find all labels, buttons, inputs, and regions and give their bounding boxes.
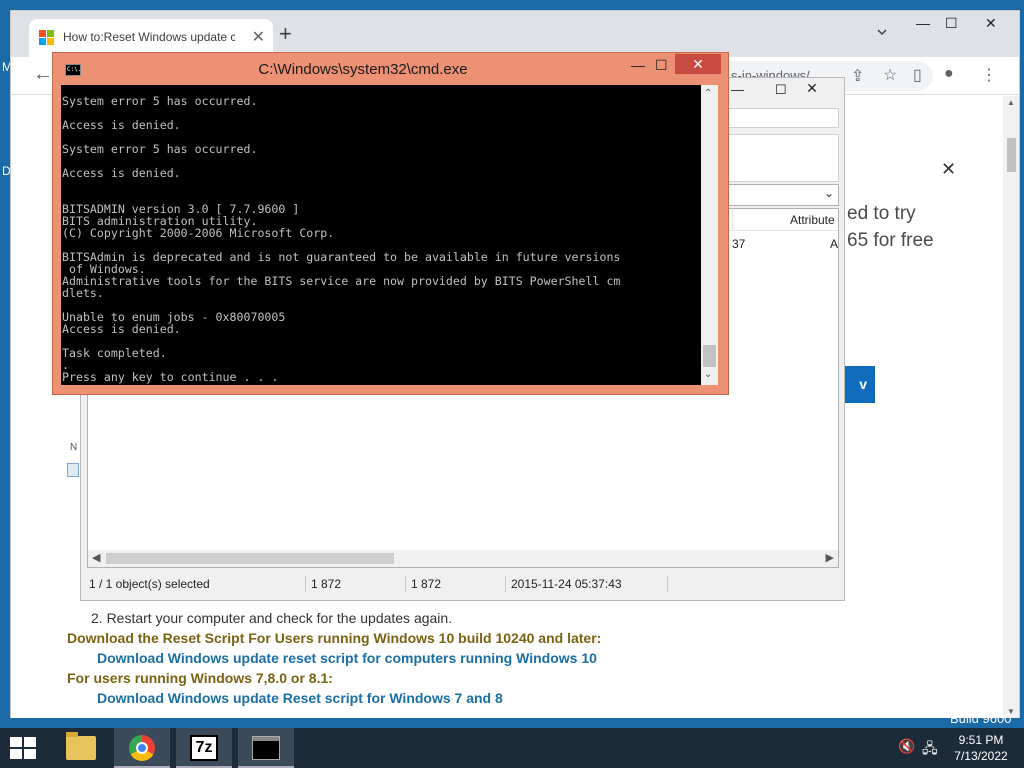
horizontal-scroll-thumb[interactable] <box>106 553 394 564</box>
cell-attribute: A <box>830 237 839 251</box>
scroll-left-arrow-icon[interactable]: ◀ <box>92 551 100 564</box>
taskbar-clock[interactable]: 9:51 PM 7/13/2022 <box>946 732 1016 764</box>
windows-logo-icon <box>10 737 22 747</box>
restart-step-text: 2. Restart your computer and check for t… <box>91 610 453 626</box>
scroll-up-arrow-icon[interactable]: ⌃ <box>704 88 712 99</box>
menu-kebab-icon[interactable]: ⋮ <box>981 65 997 85</box>
cmd-maximize-button[interactable]: ☐ <box>655 57 668 74</box>
page-vertical-scrollbar[interactable]: ▲ ▼ <box>1003 96 1019 718</box>
taskbar: 7z 🔇 🖧 9:51 PM 7/13/2022 <box>0 728 1024 768</box>
archive-maximize-button[interactable]: ☐ <box>775 82 787 98</box>
cell-created-fragment: 37 <box>732 237 746 251</box>
console-output[interactable]: System error 5 has occurred. Access is d… <box>61 85 709 385</box>
new-tab-button[interactable]: + <box>279 23 292 45</box>
browser-minimize-button[interactable]: — <box>916 15 930 31</box>
start-button[interactable] <box>10 737 36 759</box>
status-separator <box>305 576 306 592</box>
promo-close-icon[interactable]: ✕ <box>941 159 956 180</box>
archive-status-bar: 1 / 1 object(s) selected 1 872 1 872 201… <box>87 574 839 594</box>
tab-title: How to:Reset Windows update c <box>63 30 235 44</box>
tab-strip: How to:Reset Windows update c ✕ + — ☐ ✕ <box>11 11 1019 57</box>
page-scroll-thumb[interactable] <box>1007 138 1016 172</box>
side-panel-icon[interactable]: ▯ <box>913 65 922 85</box>
console-scroll-thumb[interactable] <box>703 345 716 367</box>
taskbar-chrome[interactable] <box>114 728 170 768</box>
archive-close-button[interactable]: ✕ <box>789 80 835 100</box>
windows-build-watermark: Build 9600 <box>950 711 1012 726</box>
microsoft-logo-icon <box>39 30 55 46</box>
clock-date: 7/13/2022 <box>954 749 1008 763</box>
cmd-minimize-button[interactable]: — <box>631 57 645 73</box>
tab-search-chevron-icon[interactable] <box>877 27 887 37</box>
cmd-close-button[interactable]: ✕ <box>675 54 721 74</box>
chrome-icon <box>129 735 155 761</box>
scroll-right-arrow-icon[interactable]: ▶ <box>826 551 834 564</box>
page-small-label: N <box>70 442 78 453</box>
status-modified: 2015-11-24 05:37:43 <box>511 577 622 591</box>
taskbar-7zip[interactable]: 7z <box>176 728 232 768</box>
download-link-win7-8[interactable]: Download Windows update Reset script for… <box>97 690 503 706</box>
bookmark-star-icon[interactable]: ☆ <box>883 65 897 85</box>
status-separator <box>667 576 668 592</box>
status-separator <box>405 576 406 592</box>
browser-maximize-button[interactable]: ☐ <box>945 15 958 32</box>
cmd-title: C:\Windows\system32\cmd.exe <box>258 61 468 78</box>
scroll-down-arrow-icon[interactable]: ⌄ <box>704 369 712 380</box>
column-divider[interactable] <box>732 209 733 231</box>
share-icon[interactable]: ⇪ <box>851 66 864 86</box>
file-list-horizontal-scrollbar[interactable]: ◀ ▶ <box>88 550 838 567</box>
browser-close-button[interactable]: ✕ <box>985 15 997 32</box>
download-heading-win10: Download the Reset Script For Users runn… <box>67 630 602 646</box>
status-packed-size: 1 872 <box>411 577 442 591</box>
promo-button[interactable]: v <box>845 366 875 403</box>
folder-icon <box>66 732 96 760</box>
status-selected: 1 / 1 object(s) selected <box>89 577 210 591</box>
download-link-win10[interactable]: Download Windows update reset script for… <box>97 650 597 666</box>
cmd-window: C:\. C:\Windows\system32\cmd.exe — ☐ ✕ S… <box>52 52 729 395</box>
column-attributes[interactable]: Attribute <box>790 213 835 227</box>
promo-line-2: 65 for free <box>847 230 934 251</box>
profile-avatar-icon[interactable]: ● <box>944 65 954 83</box>
promo-line-1: ed to try <box>847 203 916 224</box>
volume-muted-icon[interactable]: 🔇 <box>898 738 915 755</box>
file-icon <box>67 463 79 477</box>
download-heading-win7-8: For users running Windows 7,8.0 or 8.1: <box>67 670 333 686</box>
network-icon[interactable]: 🖧 <box>922 738 938 762</box>
status-size: 1 872 <box>311 577 342 591</box>
command-prompt-icon <box>252 736 280 760</box>
scroll-up-arrow-icon[interactable]: ▲ <box>1007 98 1015 107</box>
back-arrow-icon[interactable]: ← <box>33 63 53 86</box>
status-separator <box>505 576 506 592</box>
console-vertical-scrollbar[interactable]: ⌃ ⌄ <box>701 85 718 385</box>
chevron-down-icon[interactable]: ⌄ <box>824 186 834 200</box>
promo-text: ed to try 65 for free <box>847 200 934 254</box>
taskbar-command-prompt[interactable] <box>238 728 294 768</box>
taskbar-file-explorer[interactable] <box>52 728 108 768</box>
archive-minimize-button[interactable]: — <box>731 82 744 97</box>
clock-time: 9:51 PM <box>958 733 1004 747</box>
tab-close-icon[interactable]: ✕ <box>252 27 265 47</box>
sevenzip-icon: 7z <box>190 735 218 761</box>
console-text: System error 5 has occurred. Access is d… <box>62 94 621 384</box>
